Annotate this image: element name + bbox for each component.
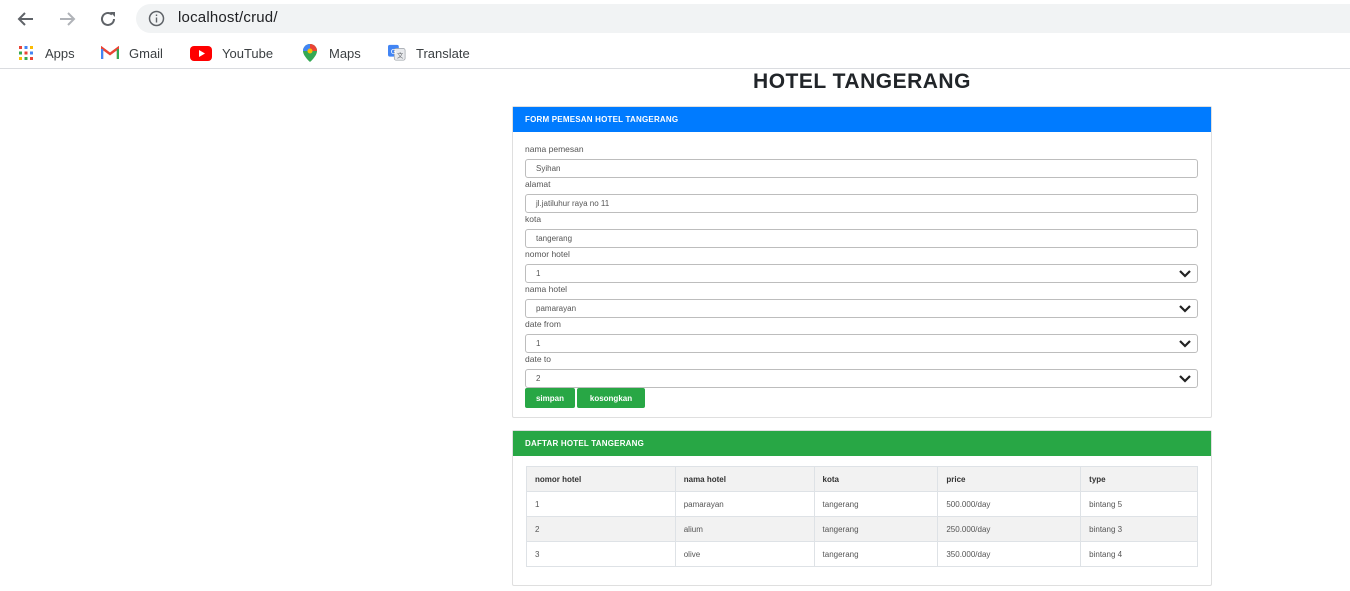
chevron-down-icon (1179, 269, 1191, 279)
chevron-down-icon (1179, 339, 1191, 349)
alamat-input[interactable]: jl.jatiluhur raya no 11 (525, 194, 1198, 213)
alamat-label: alamat (525, 179, 551, 189)
address-bar[interactable]: localhost/crud/ (136, 4, 1350, 33)
bookmark-label: Apps (45, 45, 75, 61)
form-card-header: FORM PEMESAN HOTEL TANGERANG (513, 107, 1211, 132)
page-title: HOTEL TANGERANG (753, 70, 971, 93)
date-from-label: date from (525, 319, 561, 329)
simpan-button[interactable]: simpan (525, 388, 575, 408)
cell-price: 250.000/day (937, 516, 1082, 542)
bookmark-label: YouTube (222, 45, 274, 61)
date-from-value: 1 (536, 339, 541, 348)
youtube-icon (190, 44, 212, 62)
nomor-hotel-label: nomor hotel (525, 249, 570, 259)
chevron-down-icon (1179, 304, 1191, 314)
bookmark-gmail[interactable]: Gmail (101, 42, 163, 64)
cell-kota: tangerang (813, 541, 939, 567)
cell-kota: tangerang (813, 516, 939, 542)
cell-price: 350.000/day (937, 541, 1082, 567)
column-header-nomor-hotel: nomor hotel (526, 466, 676, 492)
nama-pemesan-label: nama pemesan (525, 144, 584, 154)
bookmark-label: Maps (329, 45, 361, 61)
cell-price: 500.000/day (937, 491, 1082, 517)
cell-nama-hotel: olive (674, 541, 815, 567)
kota-input[interactable]: tangerang (525, 229, 1198, 248)
bookmarks-bar: Apps Gmail YouTube Maps G文 Translate (0, 37, 1350, 69)
booking-form-card: FORM PEMESAN HOTEL TANGERANG nama pemesa… (512, 106, 1212, 418)
nomor-hotel-value: 1 (536, 269, 541, 278)
column-header-type: type (1080, 466, 1198, 492)
hotel-list-card: DAFTAR HOTEL TANGERANG nomor hotel nama … (512, 430, 1212, 586)
nama-pemesan-input[interactable]: Syihan (525, 159, 1198, 178)
cell-kota: tangerang (813, 491, 939, 517)
column-header-nama-hotel: nama hotel (674, 466, 815, 492)
date-to-value: 2 (536, 374, 541, 383)
translate-icon: G文 (388, 44, 406, 62)
table-header-row: nomor hotel nama hotel kota price type (526, 466, 1198, 492)
nama-pemesan-value: Syihan (536, 164, 561, 173)
cell-nomor-hotel: 2 (526, 516, 676, 542)
nomor-hotel-select[interactable]: 1 (525, 264, 1198, 283)
forward-arrow-icon[interactable] (55, 7, 79, 31)
reload-icon[interactable] (96, 7, 120, 31)
bookmark-youtube[interactable]: YouTube (190, 42, 273, 64)
kota-label: kota (525, 214, 542, 224)
nama-hotel-label: nama hotel (525, 284, 568, 294)
cell-nama-hotel: alium (674, 516, 815, 542)
bookmark-maps[interactable]: Maps (301, 42, 361, 64)
date-to-label: date to (525, 354, 551, 364)
kosongkan-button[interactable]: kosongkan (577, 388, 645, 408)
bookmark-translate[interactable]: G文 Translate (388, 42, 470, 64)
info-icon[interactable] (148, 10, 165, 27)
date-to-select[interactable]: 2 (525, 369, 1198, 388)
cell-nomor-hotel: 1 (526, 491, 676, 517)
back-arrow-icon[interactable] (14, 7, 38, 31)
svg-text:文: 文 (397, 51, 404, 60)
date-from-select[interactable]: 1 (525, 334, 1198, 353)
table-row: 2 alium tangerang 250.000/day bintang 3 (526, 516, 1198, 542)
browser-toolbar: localhost/crud/ (0, 0, 1350, 37)
svg-text:G: G (391, 47, 397, 56)
table-row: 1 pamarayan tangerang 500.000/day bintan… (526, 491, 1198, 517)
nama-hotel-value: pamarayan (536, 304, 577, 313)
kota-value: tangerang (536, 234, 573, 243)
gmail-icon (101, 44, 119, 62)
bookmark-label: Gmail (129, 45, 163, 61)
cell-type: bintang 4 (1080, 541, 1198, 567)
list-card-header: DAFTAR HOTEL TANGERANG (513, 431, 1211, 456)
table-row: 3 olive tangerang 350.000/day bintang 4 (526, 541, 1198, 567)
bookmark-label: Translate (416, 45, 470, 61)
hotel-table: nomor hotel nama hotel kota price type 1… (526, 466, 1198, 567)
maps-icon (301, 44, 319, 62)
alamat-value: jl.jatiluhur raya no 11 (536, 199, 610, 208)
bookmark-apps[interactable]: Apps (17, 42, 75, 64)
chevron-down-icon (1179, 374, 1191, 384)
cell-type: bintang 5 (1080, 491, 1198, 517)
cell-nama-hotel: pamarayan (674, 491, 815, 517)
apps-grid-icon (17, 44, 35, 62)
column-header-price: price (937, 466, 1082, 492)
cell-nomor-hotel: 3 (526, 541, 676, 567)
cell-type: bintang 3 (1080, 516, 1198, 542)
nama-hotel-select[interactable]: pamarayan (525, 299, 1198, 318)
column-header-kota: kota (813, 466, 939, 492)
url-text: localhost/crud/ (178, 9, 278, 26)
